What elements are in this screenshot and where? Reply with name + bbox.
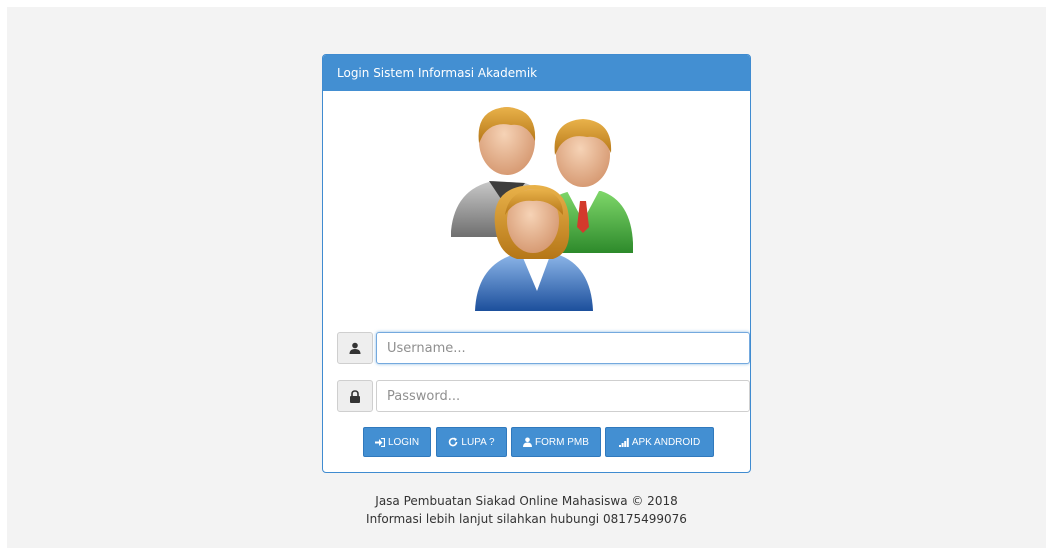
user-icon	[337, 332, 373, 364]
login-panel: Login Sistem Informasi Akademik Username…	[322, 54, 751, 473]
login-button-label: LOGIN	[387, 436, 420, 448]
username-input[interactable]	[376, 332, 750, 364]
sign-in-icon	[374, 437, 385, 447]
users-group-icon	[441, 103, 637, 317]
footer-contact: Informasi lebih lanjut silahkan hubungi …	[366, 512, 687, 526]
lupa-button[interactable]: LUPA ?	[436, 427, 507, 457]
login-button[interactable]: LOGIN	[363, 427, 431, 457]
refresh-icon	[448, 437, 458, 447]
button-row: LOGIN LUPA ? FORM PMB APK ANDROID	[337, 427, 740, 459]
lock-icon	[337, 380, 373, 412]
form-pmb-button[interactable]: FORM PMB	[511, 427, 601, 457]
footer-copyright: Jasa Pembuatan Siakad Online Mahasiswa ©…	[375, 494, 678, 508]
lupa-button-label: LUPA ?	[461, 436, 495, 448]
password-input[interactable]	[376, 380, 750, 412]
form-pmb-button-label: FORM PMB	[535, 436, 589, 448]
password-row	[337, 380, 750, 412]
user-icon	[523, 437, 533, 447]
username-row	[337, 332, 750, 364]
signal-icon	[618, 437, 629, 447]
panel-title: Login Sistem Informasi Akademik	[323, 55, 750, 91]
apk-android-button[interactable]: APK ANDROID	[605, 427, 714, 457]
apk-android-button-label: APK ANDROID	[631, 436, 701, 448]
